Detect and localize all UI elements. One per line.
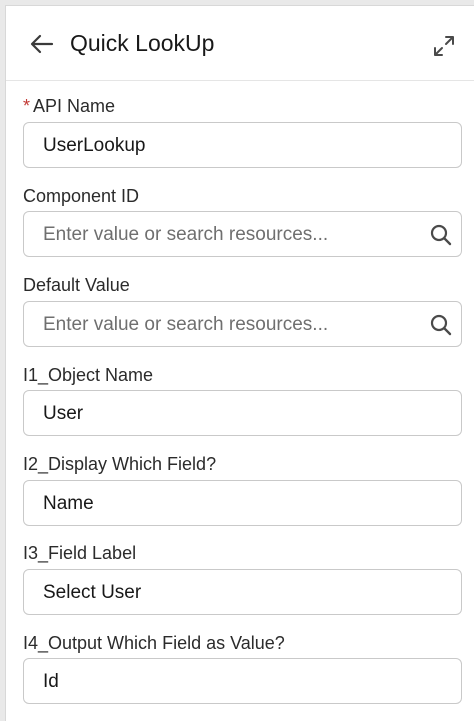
field-label-value: Select User — [43, 582, 142, 603]
quick-lookup-panel: Quick LookUp * API Name UserLookup Compon… — [5, 5, 474, 721]
output-field-value: Id — [43, 671, 59, 692]
api-name-label: * API Name — [23, 96, 115, 117]
default-value-placeholder: Enter value or search resources... — [43, 314, 329, 335]
output-field-field[interactable]: Id — [23, 658, 462, 704]
panel-title: Quick LookUp — [70, 30, 215, 56]
arrow-left-icon — [30, 34, 54, 54]
default-value-field[interactable]: Enter value or search resources... — [23, 301, 462, 347]
expand-button[interactable] — [433, 35, 455, 57]
expand-icon — [434, 36, 454, 56]
component-id-label: Component ID — [23, 186, 140, 206]
display-field-value: Name — [43, 493, 94, 514]
search-icon[interactable] — [430, 224, 452, 246]
default-value-label: Default Value — [23, 275, 130, 295]
display-field-label: I2_Display Which Field? — [23, 454, 217, 474]
output-field-label: I4_Output Which Field as Value? — [23, 633, 285, 653]
api-name-label-text: API Name — [33, 96, 116, 116]
component-id-placeholder: Enter value or search resources... — [43, 224, 329, 245]
api-name-field[interactable]: UserLookup — [23, 122, 462, 168]
object-name-value: User — [43, 403, 84, 424]
field-label-field[interactable]: Select User — [23, 569, 462, 615]
object-name-field[interactable]: User — [23, 390, 462, 436]
field-label-label: I3_Field Label — [23, 543, 137, 563]
object-name-label: I1_Object Name — [23, 365, 154, 385]
api-name-value: UserLookup — [43, 135, 146, 156]
back-button[interactable] — [29, 32, 55, 56]
search-icon[interactable] — [430, 314, 452, 336]
display-field-field[interactable]: Name — [23, 480, 462, 526]
required-marker: * — [23, 96, 31, 116]
panel-header: Quick LookUp — [6, 6, 474, 81]
component-id-field[interactable]: Enter value or search resources... — [23, 211, 462, 257]
